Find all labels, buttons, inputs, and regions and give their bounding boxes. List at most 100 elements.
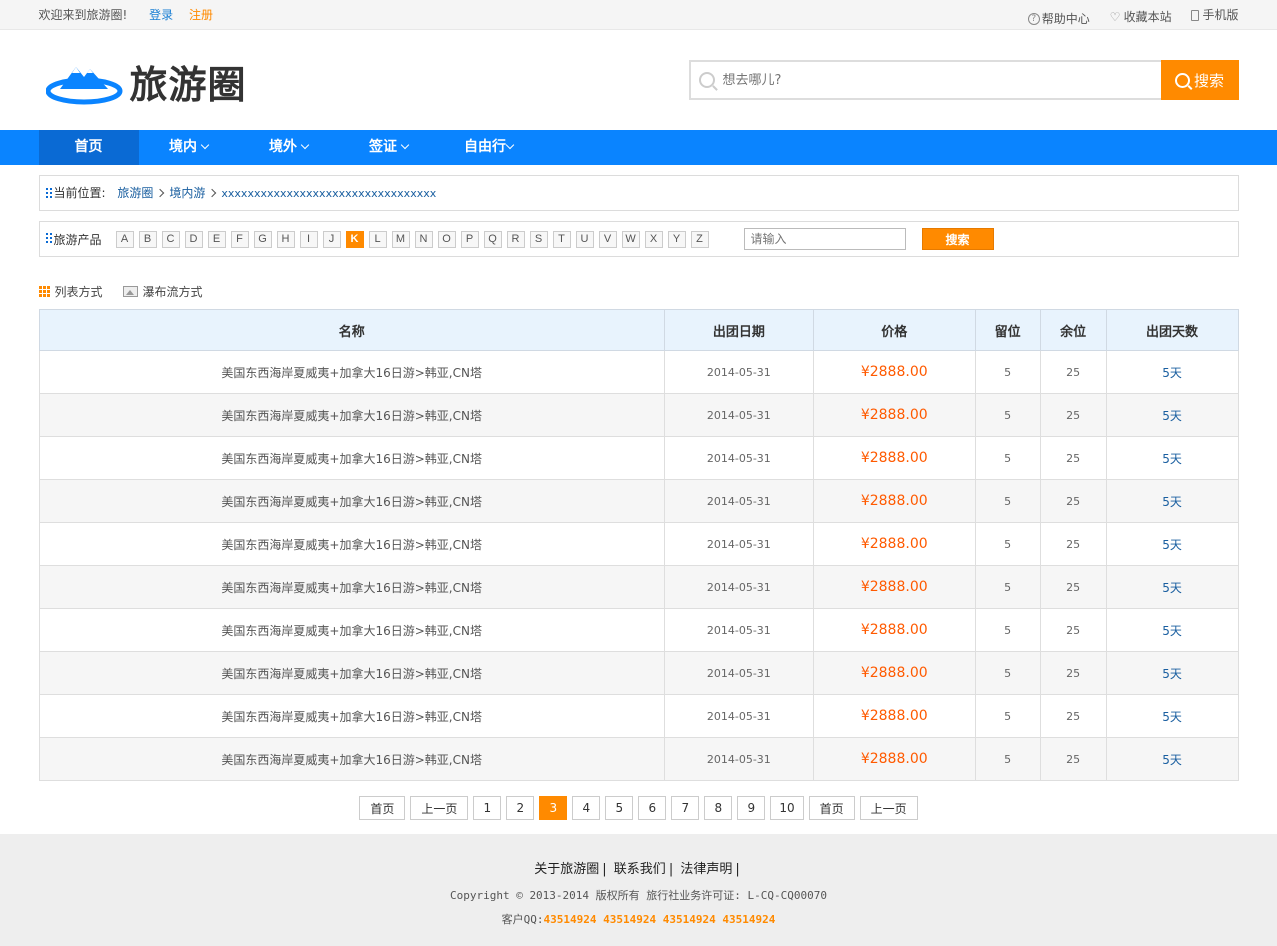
letter-p[interactable]: P (460, 230, 479, 248)
cell-days[interactable]: 5天 (1105, 350, 1239, 394)
chevron-down-icon (200, 140, 210, 150)
login-link[interactable]: 登录 (149, 8, 173, 22)
filter-input[interactable] (743, 228, 906, 250)
letter-f[interactable]: F (230, 230, 249, 248)
letter-k[interactable]: K (345, 230, 364, 248)
letter-n[interactable]: N (414, 230, 433, 248)
table-row[interactable]: 美国东西海岸夏威夷+加拿大16日游>韩亚,CN塔 2014-05-31 ¥2888.… (38, 565, 1239, 609)
letter-m[interactable]: M (391, 230, 410, 248)
footer-divider: | (602, 862, 607, 877)
breadcrumb-item-domestic[interactable]: 境内游 (169, 186, 205, 200)
letter-u[interactable]: U (575, 230, 594, 248)
nav-item-visa[interactable]: 签证 (339, 130, 439, 165)
letter-s[interactable]: S (529, 230, 548, 248)
cell-name[interactable]: 美国东西海岸夏威夷+加拿大16日游>韩亚,CN塔 (38, 651, 665, 695)
cell-days[interactable]: 5天 (1105, 694, 1239, 738)
page-4-button[interactable]: 4 (572, 796, 601, 820)
table-row[interactable]: 美国东西海岸夏威夷+加拿大16日游>韩亚,CN塔 2014-05-31 ¥2888.… (38, 436, 1239, 480)
footer-link-legal[interactable]: 法律声明 (680, 862, 732, 877)
search-input-wrap (688, 60, 1161, 100)
cell-name[interactable]: 美国东西海岸夏威夷+加拿大16日游>韩亚,CN塔 (38, 350, 665, 394)
letter-b[interactable]: B (138, 230, 157, 248)
letter-i[interactable]: I (299, 230, 318, 248)
prev-page-button[interactable]: 上一页 (410, 796, 469, 820)
letter-w[interactable]: W (621, 230, 640, 248)
nav-item-free-travel[interactable]: 自由行 (439, 130, 539, 165)
cell-name[interactable]: 美国东西海岸夏威夷+加拿大16日游>韩亚,CN塔 (38, 565, 665, 609)
cell-name[interactable]: 美国东西海岸夏威夷+加拿大16日游>韩亚,CN塔 (38, 436, 665, 480)
cell-days[interactable]: 5天 (1105, 436, 1239, 480)
letter-z[interactable]: Z (690, 230, 709, 248)
page-2-button[interactable]: 2 (506, 796, 535, 820)
cell-days[interactable]: 5天 (1105, 737, 1239, 781)
letter-e[interactable]: E (207, 230, 226, 248)
table-row[interactable]: 美国东西海岸夏威夷+加拿大16日游>韩亚,CN塔 2014-05-31 ¥2888.… (38, 737, 1239, 781)
cell-reserved: 5 (974, 694, 1041, 738)
letter-x[interactable]: X (644, 230, 663, 248)
search-input[interactable] (722, 72, 1161, 88)
table-row[interactable]: 美国东西海岸夏威夷+加拿大16日游>韩亚,CN塔 2014-05-31 ¥2888.… (38, 522, 1239, 566)
letter-q[interactable]: Q (483, 230, 502, 248)
nav-item-overseas[interactable]: 境外 (239, 130, 339, 165)
letter-v[interactable]: V (598, 230, 617, 248)
cell-name[interactable]: 美国东西海岸夏威夷+加拿大16日游>韩亚,CN塔 (38, 737, 665, 781)
table-row[interactable]: 美国东西海岸夏威夷+加拿大16日游>韩亚,CN塔 2014-05-31 ¥2888.… (38, 694, 1239, 738)
nav-item-home[interactable]: 首页 (38, 130, 139, 165)
list-view-label: 列表方式 (54, 284, 103, 299)
site-logo[interactable]: 旅游圈 (45, 54, 247, 109)
cell-name[interactable]: 美国东西海岸夏威夷+加拿大16日游>韩亚,CN塔 (38, 393, 665, 437)
cell-price: ¥2888.00 (812, 350, 976, 394)
cell-days[interactable]: 5天 (1105, 479, 1239, 523)
letter-d[interactable]: D (184, 230, 203, 248)
cell-name[interactable]: 美国东西海岸夏威夷+加拿大16日游>韩亚,CN塔 (38, 479, 665, 523)
letter-o[interactable]: O (437, 230, 456, 248)
page-8-button[interactable]: 8 (704, 796, 733, 820)
cell-date: 2014-05-31 (663, 393, 814, 437)
table-row[interactable]: 美国东西海岸夏威夷+加拿大16日游>韩亚,CN塔 2014-05-31 ¥2888.… (38, 479, 1239, 523)
page-10-button[interactable]: 10 (770, 796, 804, 820)
favorite-link[interactable]: ♡ 收藏本站 (1110, 2, 1172, 32)
letter-r[interactable]: R (506, 230, 525, 248)
letter-g[interactable]: G (253, 230, 272, 248)
page-5-button[interactable]: 5 (605, 796, 634, 820)
table-row[interactable]: 美国东西海岸夏威夷+加拿大16日游>韩亚,CN塔 2014-05-31 ¥2888.… (38, 393, 1239, 437)
cell-days[interactable]: 5天 (1105, 651, 1239, 695)
cell-days[interactable]: 5天 (1105, 393, 1239, 437)
table-row[interactable]: 美国东西海岸夏威夷+加拿大16日游>韩亚,CN塔 2014-05-31 ¥2888.… (38, 608, 1239, 652)
cell-days[interactable]: 5天 (1105, 608, 1239, 652)
cell-name[interactable]: 美国东西海岸夏威夷+加拿大16日游>韩亚,CN塔 (38, 522, 665, 566)
mobile-link[interactable]: 手机版 (1191, 0, 1239, 30)
page-9-button[interactable]: 9 (737, 796, 766, 820)
letter-h[interactable]: H (276, 230, 295, 248)
letter-a[interactable]: A (115, 230, 134, 248)
register-link[interactable]: 注册 (189, 8, 213, 22)
page-6-button[interactable]: 6 (638, 796, 667, 820)
first-page-button[interactable]: 首页 (808, 796, 855, 820)
page-1-button[interactable]: 1 (473, 796, 502, 820)
cell-days[interactable]: 5天 (1105, 522, 1239, 566)
page-7-button[interactable]: 7 (671, 796, 700, 820)
footer-link-about[interactable]: 关于旅游圈 (534, 862, 599, 877)
cell-days[interactable]: 5天 (1105, 565, 1239, 609)
cell-name[interactable]: 美国东西海岸夏威夷+加拿大16日游>韩亚,CN塔 (38, 694, 665, 738)
prev-page-button[interactable]: 上一页 (859, 796, 918, 820)
waterfall-view-toggle[interactable]: 瀑布流方式 (122, 283, 203, 300)
nav-item-domestic[interactable]: 境内 (139, 130, 239, 165)
search-button[interactable]: 搜索 (1160, 60, 1239, 100)
first-page-button[interactable]: 首页 (359, 796, 406, 820)
footer-link-contact[interactable]: 联系我们 (614, 862, 666, 877)
table-row[interactable]: 美国东西海岸夏威夷+加拿大16日游>韩亚,CN塔 2014-05-31 ¥2888.… (38, 651, 1239, 695)
table-row[interactable]: 美国东西海岸夏威夷+加拿大16日游>韩亚,CN塔 2014-05-31 ¥2888.… (38, 350, 1239, 394)
footer-links: 关于旅游圈 | 联系我们 | 法律声明 | (0, 858, 1277, 877)
cell-name[interactable]: 美国东西海岸夏威夷+加拿大16日游>韩亚,CN塔 (38, 608, 665, 652)
letter-j[interactable]: J (322, 230, 341, 248)
page-3-button[interactable]: 3 (539, 796, 568, 820)
letter-c[interactable]: C (161, 230, 180, 248)
filter-search-button[interactable]: 搜索 (921, 228, 994, 250)
letter-l[interactable]: L (368, 230, 387, 248)
breadcrumb-item-home[interactable]: 旅游圈 (117, 186, 153, 200)
list-view-toggle[interactable]: 列表方式 (38, 283, 103, 300)
letter-t[interactable]: T (552, 230, 571, 248)
letter-y[interactable]: Y (667, 230, 686, 248)
help-center-link[interactable]: ? 帮助中心 (1027, 4, 1090, 34)
